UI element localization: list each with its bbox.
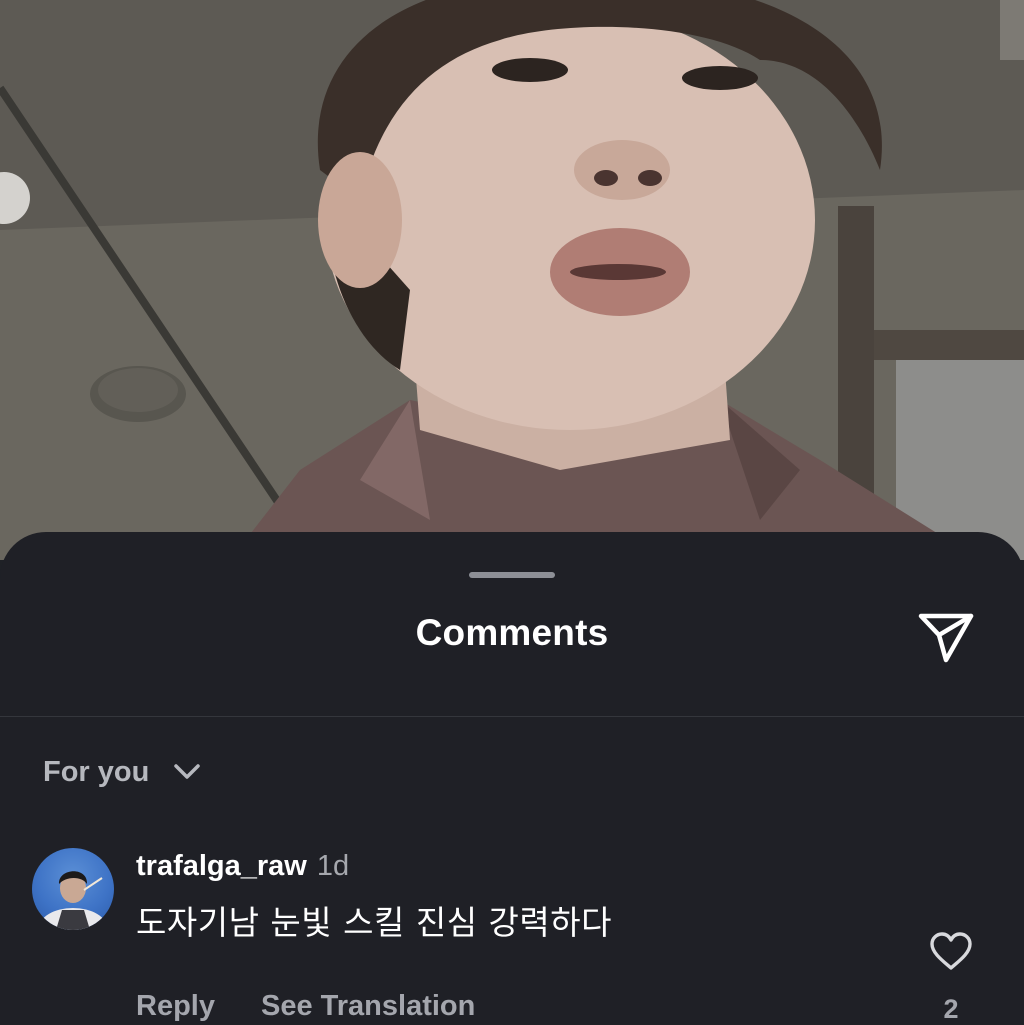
reply-button[interactable]: Reply	[136, 990, 215, 1023]
filter-dropdown[interactable]: For you	[43, 752, 201, 792]
comment-header: trafalga_raw 1d	[136, 850, 349, 883]
header-divider	[0, 716, 1024, 717]
sheet-title: Comments	[415, 612, 609, 653]
comment-actions: Reply See Translation	[136, 990, 475, 1023]
see-translation-button[interactable]: See Translation	[261, 990, 475, 1023]
avatar[interactable]	[32, 848, 114, 930]
comment-username[interactable]: trafalga_raw	[136, 850, 307, 883]
share-button[interactable]	[914, 606, 978, 666]
chevron-down-icon	[173, 763, 201, 781]
like-button[interactable]	[926, 926, 976, 976]
like-count: 2	[943, 994, 959, 1024]
person-photo	[0, 0, 1024, 560]
filter-label: For you	[43, 755, 150, 788]
comment-item: trafalga_raw 1d 도자기남 눈빛 스킬 진심 강력하다 Reply…	[0, 844, 1024, 1024]
comments-sheet: Comments For you trafalga_raw 1d 도자기남 눈빛…	[0, 532, 1024, 1024]
comment-timestamp: 1d	[316, 850, 350, 882]
send-icon	[918, 613, 974, 663]
background-photo	[0, 0, 1024, 560]
comment-text: 도자기남 눈빛 스킬 진심 강력하다	[136, 903, 612, 942]
heart-icon	[930, 932, 972, 970]
sheet-grabber[interactable]	[469, 572, 555, 578]
